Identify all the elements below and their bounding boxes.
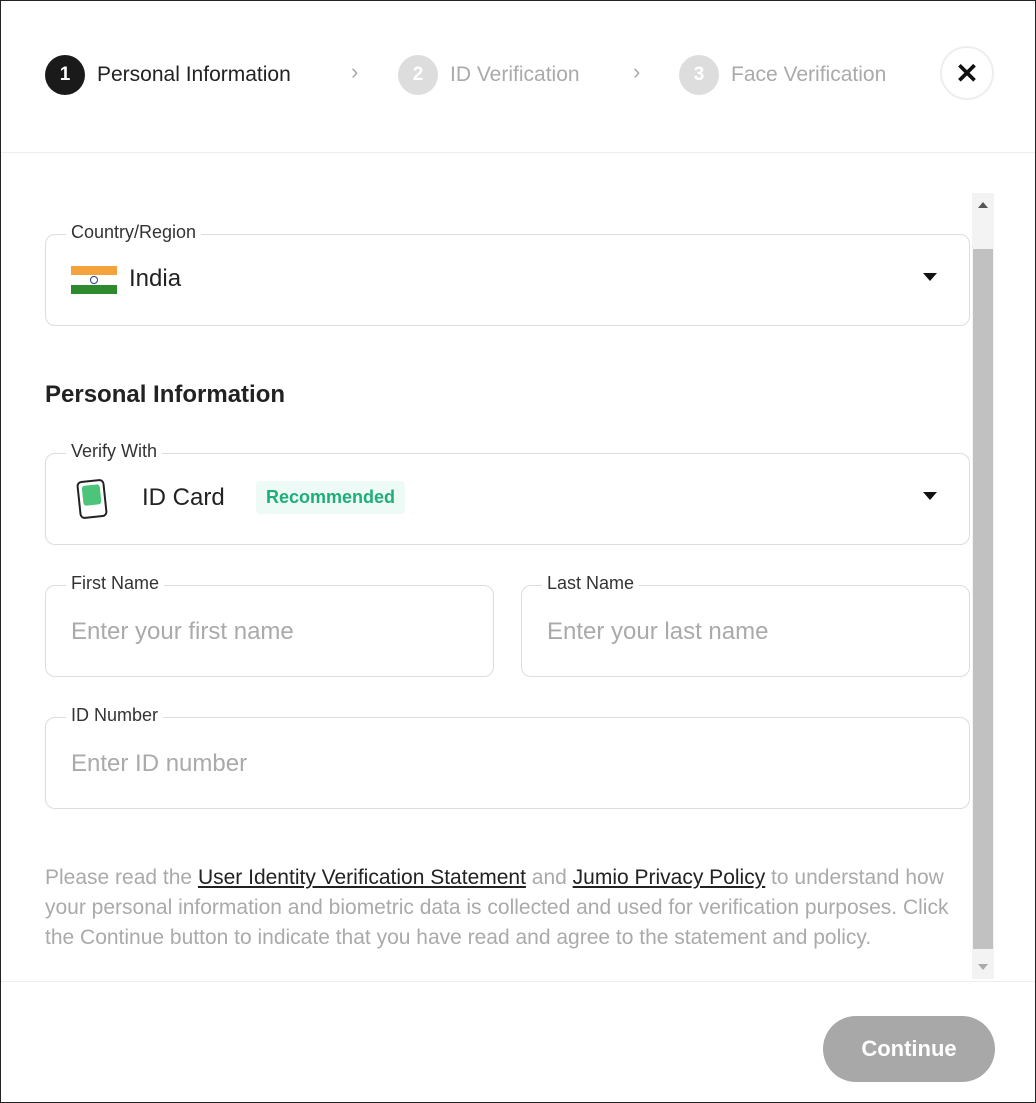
first-name-field[interactable]: First Name Enter your first name (45, 573, 494, 677)
privacy-policy-link[interactable]: Jumio Privacy Policy (573, 866, 766, 889)
step-id-verification: 2 ID Verification (398, 55, 580, 95)
step-number: 2 (398, 55, 438, 95)
scrollbar[interactable] (972, 193, 994, 979)
id-number-input[interactable]: Enter ID number (71, 750, 247, 778)
user-identity-statement-link[interactable]: User Identity Verification Statement (198, 866, 526, 889)
country-label: Country/Region (66, 222, 202, 243)
step-label: Face Verification (731, 63, 887, 86)
step-face-verification: 3 Face Verification (679, 55, 886, 95)
caret-down-icon (923, 492, 937, 500)
id-card-icon (76, 478, 108, 520)
chevron-right-icon: › (351, 59, 359, 84)
verify-with-label: Verify With (66, 441, 163, 462)
id-number-field[interactable]: ID Number Enter ID number (45, 705, 970, 809)
step-label: Personal Information (97, 63, 291, 86)
continue-button[interactable]: Continue (823, 1016, 995, 1082)
step-personal-information: 1 Personal Information (45, 55, 291, 95)
india-flag-icon (71, 266, 117, 294)
last-name-input[interactable]: Enter your last name (547, 618, 768, 646)
stepper-header: 1 Personal Information › 2 ID Verificati… (1, 1, 1035, 153)
chevron-right-icon: › (633, 59, 641, 84)
section-title: Personal Information (45, 381, 286, 408)
consent-note: Please read the User Identity Verificati… (45, 863, 975, 953)
step-number: 1 (45, 55, 85, 95)
last-name-label: Last Name (542, 573, 640, 594)
country-select[interactable]: Country/Region India (45, 222, 970, 326)
id-number-label: ID Number (66, 705, 164, 726)
note-text: and (525, 866, 573, 889)
recommended-badge: Recommended (256, 481, 406, 514)
scroll-down-icon[interactable] (978, 964, 988, 970)
last-name-field[interactable]: Last Name Enter your last name (521, 573, 970, 677)
step-number: 3 (679, 55, 719, 95)
caret-down-icon (923, 273, 937, 281)
first-name-label: First Name (66, 573, 165, 594)
note-text: Please read the (45, 866, 198, 889)
scroll-up-icon[interactable] (978, 202, 988, 208)
verify-with-value: ID Card (142, 484, 225, 511)
close-icon: ✕ (955, 57, 979, 89)
scrollbar-thumb[interactable] (973, 249, 993, 949)
verify-with-select[interactable]: Verify With ID Card Recommended (45, 441, 970, 545)
country-value: India (129, 265, 182, 292)
first-name-input[interactable]: Enter your first name (71, 618, 294, 646)
close-button[interactable]: ✕ (940, 46, 994, 100)
step-label: ID Verification (450, 63, 580, 86)
footer: Continue (1, 981, 1035, 1102)
